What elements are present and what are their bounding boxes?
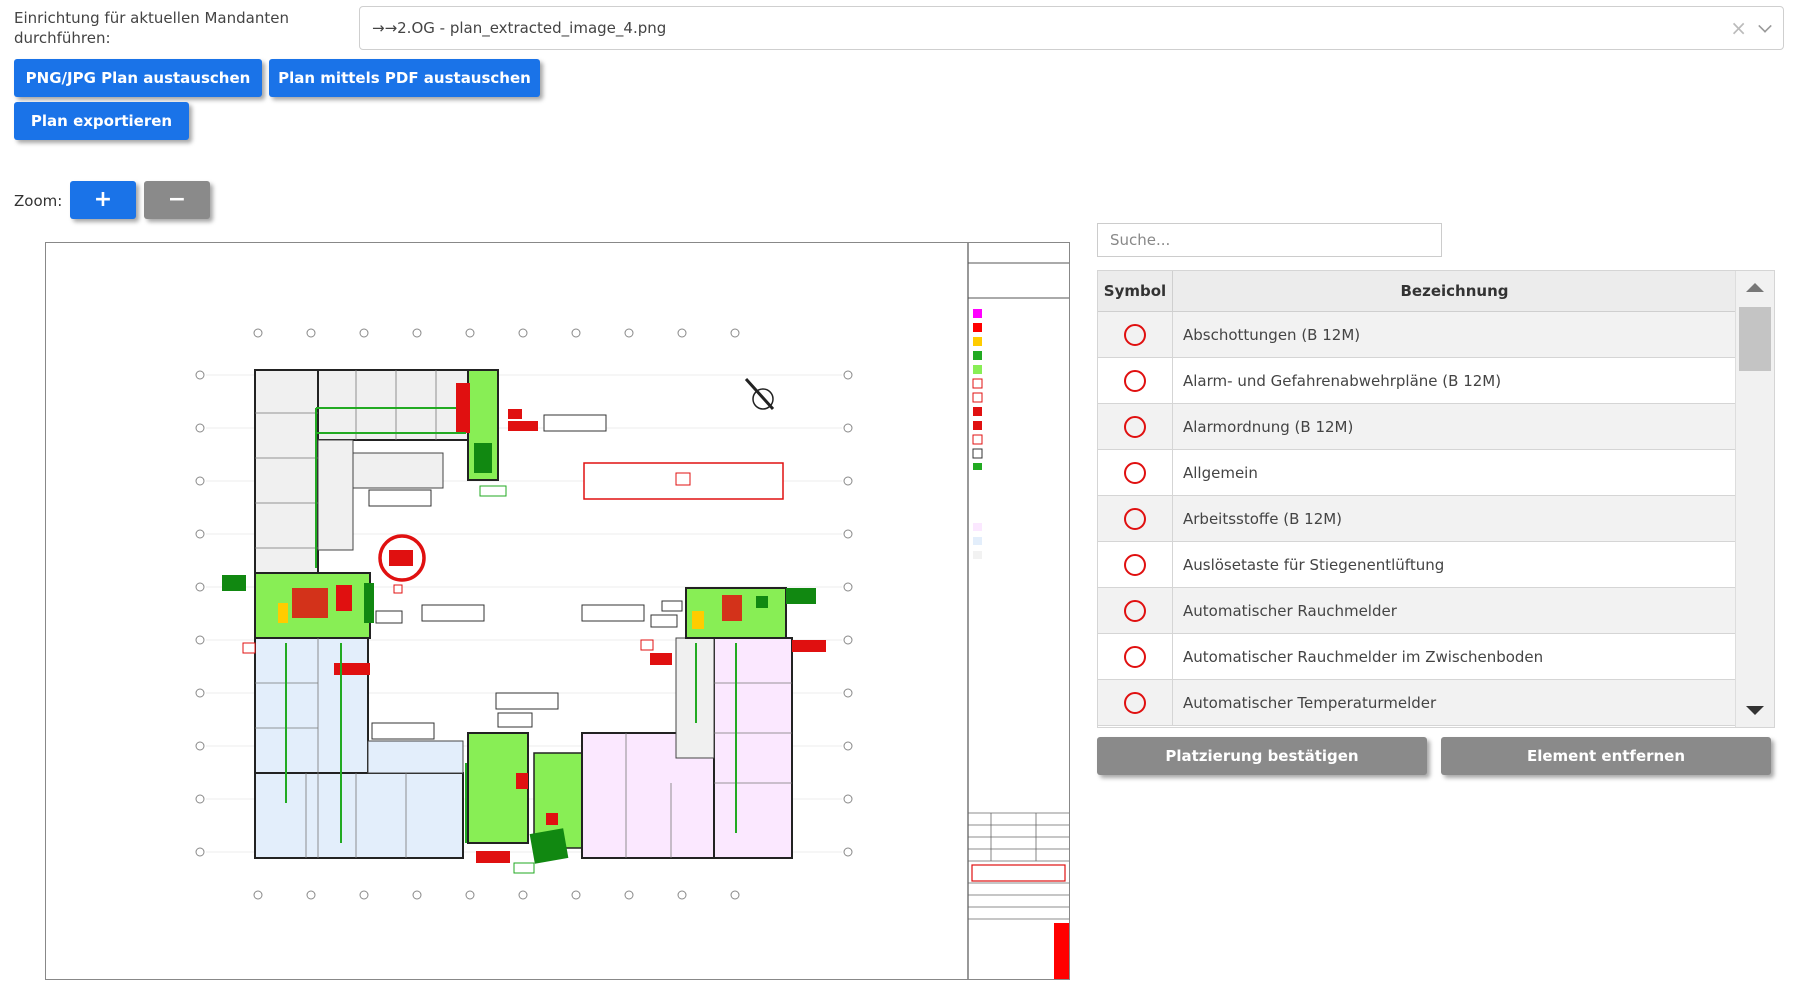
table-row[interactable]: Alarmordnung (B 12M): [1098, 404, 1774, 450]
symbol-cell: [1098, 634, 1173, 679]
floor-plan-canvas[interactable]: [45, 242, 1070, 980]
floor-plan-drawing: [195, 243, 1069, 979]
symbol-table: Symbol Bezeichnung Abschottungen (B 12M)…: [1097, 270, 1775, 728]
bezeichnung-cell: Auslösetaste für Stiegenentlüftung: [1183, 555, 1445, 574]
table-row[interactable]: Alarm- und Gefahrenabwehrpläne (B 12M): [1098, 358, 1774, 404]
symbol-cell: [1098, 680, 1173, 725]
plan-select[interactable]: →→2.OG - plan_extracted_image_4.png ×: [359, 6, 1784, 50]
table-row[interactable]: Abschottungen (B 12M): [1098, 312, 1774, 358]
symbol-cell: [1098, 496, 1173, 541]
bezeichnung-cell: Allgemein: [1183, 463, 1258, 482]
search-input[interactable]: [1097, 223, 1442, 257]
symbol-cell: [1098, 312, 1173, 357]
circle-symbol-icon: [1124, 691, 1146, 714]
zoom-out-button[interactable]: −: [144, 181, 210, 219]
table-row[interactable]: Allgemein: [1098, 450, 1774, 496]
zoom-label: Zoom:: [14, 192, 63, 210]
replace-pdf-button[interactable]: Plan mittels PDF austauschen: [269, 59, 540, 97]
table-scrollbar[interactable]: [1735, 271, 1774, 727]
bezeichnung-cell: Automatischer Rauchmelder: [1183, 601, 1397, 620]
table-row[interactable]: Automatischer Rauchmelder im Zwischenbod…: [1098, 634, 1774, 680]
bezeichnung-cell: Automatischer Rauchmelder im Zwischenbod…: [1183, 647, 1544, 666]
chevron-down-icon[interactable]: [1758, 19, 1772, 33]
circle-symbol-icon: [1124, 553, 1146, 576]
bezeichnung-cell: Alarm- und Gefahrenabwehrpläne (B 12M): [1183, 371, 1502, 390]
bezeichnung-cell: Arbeitsstoffe (B 12M): [1183, 509, 1343, 528]
plan-select-value: →→2.OG - plan_extracted_image_4.png: [372, 19, 667, 37]
circle-symbol-icon: [1124, 599, 1146, 622]
table-row[interactable]: Auslösetaste für Stiegenentlüftung: [1098, 542, 1774, 588]
circle-symbol-icon: [1124, 369, 1146, 392]
table-body: Abschottungen (B 12M) Alarm- und Gefahre…: [1098, 312, 1774, 726]
export-plan-button[interactable]: Plan exportieren: [14, 102, 189, 140]
mandant-label: Einrichtung für aktuellen Mandanten durc…: [14, 9, 289, 47]
confirm-placement-button[interactable]: Platzierung bestätigen: [1097, 737, 1427, 775]
scroll-up-icon[interactable]: [1746, 283, 1764, 292]
bezeichnung-cell: Alarmordnung (B 12M): [1183, 417, 1354, 436]
zoom-in-button[interactable]: +: [70, 181, 136, 219]
bezeichnung-cell: Abschottungen (B 12M): [1183, 325, 1361, 344]
table-row[interactable]: Automatischer Temperaturmelder: [1098, 680, 1774, 726]
bezeichnung-cell: Automatischer Temperaturmelder: [1183, 693, 1437, 712]
circle-symbol-icon: [1124, 415, 1146, 438]
symbol-cell: [1098, 588, 1173, 633]
circle-symbol-icon: [1124, 461, 1146, 484]
scrollbar-thumb[interactable]: [1739, 307, 1771, 371]
symbol-cell: [1098, 358, 1173, 403]
column-header-bezeichnung[interactable]: Bezeichnung: [1173, 271, 1736, 311]
clear-icon[interactable]: ×: [1730, 16, 1747, 40]
column-header-symbol[interactable]: Symbol: [1098, 271, 1173, 311]
symbol-cell: [1098, 404, 1173, 449]
table-header: Symbol Bezeichnung: [1098, 271, 1774, 312]
circle-symbol-icon: [1124, 507, 1146, 530]
replace-png-button[interactable]: PNG/JPG Plan austauschen: [14, 59, 262, 97]
symbol-cell: [1098, 542, 1173, 587]
table-row[interactable]: Automatischer Rauchmelder: [1098, 588, 1774, 634]
circle-symbol-icon: [1124, 323, 1146, 346]
symbol-cell: [1098, 450, 1173, 495]
scroll-down-icon[interactable]: [1746, 706, 1764, 715]
circle-symbol-icon: [1124, 645, 1146, 668]
table-row[interactable]: Arbeitsstoffe (B 12M): [1098, 496, 1774, 542]
remove-element-button[interactable]: Element entfernen: [1441, 737, 1771, 775]
